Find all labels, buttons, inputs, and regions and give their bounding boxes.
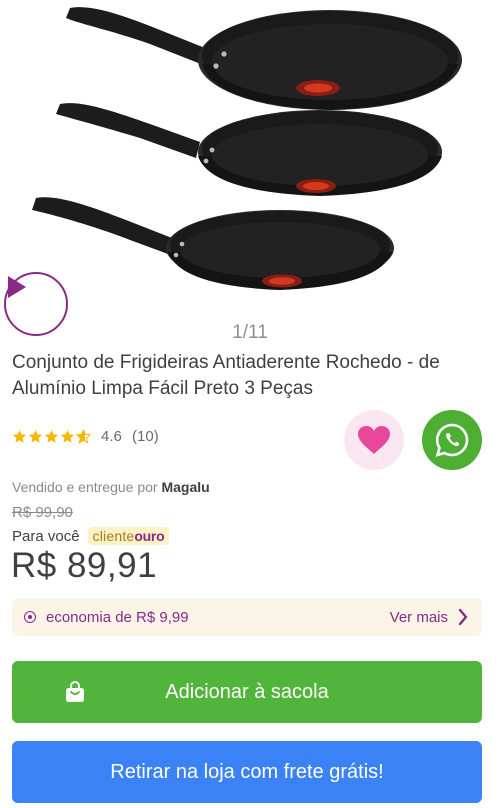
play-icon [8,276,26,298]
rating-value: 4.6 [101,428,122,445]
heart-icon [358,426,390,454]
economy-banner[interactable]: economia de R$ 9,99 Ver mais [12,598,482,636]
whatsapp-share-button[interactable] [422,410,482,470]
see-more-label: Ver mais [389,608,448,626]
store-pickup-button[interactable]: Retirar na loja com frete grátis! [12,741,482,803]
rating-count: (10) [132,428,159,445]
product-image-gallery[interactable] [0,0,500,336]
star-full-icon [12,430,27,443]
whatsapp-icon [435,423,469,457]
product-rating[interactable]: 4.6 (10) [12,428,159,445]
seller-name: Magalu [161,479,210,495]
see-more-link[interactable]: Ver mais [390,608,468,626]
star-full-icon [44,430,59,443]
shopping-bag-icon [66,681,84,702]
rating-stars [12,429,91,444]
star-full-icon [28,430,43,443]
current-price: R$ 89,91 [11,546,158,585]
economy-text: economia de R$ 9,99 [46,608,189,626]
cliente-ouro-badge: cliente ouro [87,527,170,545]
star-full-icon [60,430,75,443]
add-to-bag-button[interactable]: Adicionar à sacola [12,661,482,723]
seller-info: Vendido e entregue por Magalu [12,479,210,495]
chevron-right-icon [458,608,468,626]
add-to-bag-label: Adicionar à sacola [165,680,329,703]
favorite-button[interactable] [344,410,404,470]
star-half-icon [76,429,91,444]
old-price: R$ 99,90 [12,504,73,521]
member-price-row: Para você cliente ouro [12,527,170,545]
badge-cliente-text: cliente [92,528,135,544]
frying-pans-product-photo [32,7,462,290]
for-you-label: Para você [12,527,80,545]
store-pickup-label: Retirar na loja com frete grátis! [110,760,384,783]
product-title: Conjunto de Frigideiras Antiaderente Roc… [12,352,440,399]
badge-ouro-text: ouro [134,528,165,544]
target-icon [24,611,36,623]
image-counter: 1/11 [232,322,268,343]
seller-prefix: Vendido e entregue por [12,479,158,495]
